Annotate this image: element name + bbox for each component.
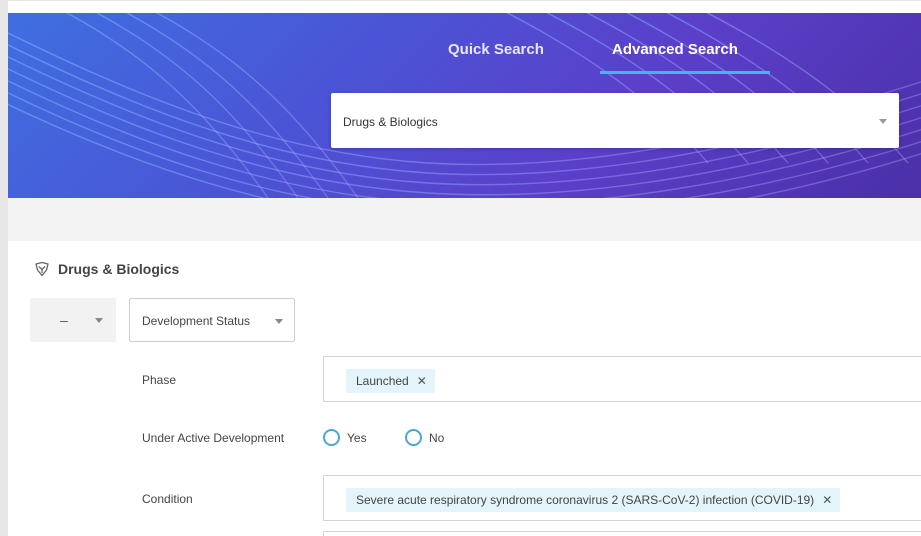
radio-no[interactable]: No [405,429,444,446]
development-status-label: Development Status [142,314,251,328]
search-hero-banner: Quick Search Advanced Search Drugs & Bio… [8,13,921,198]
next-field-partial[interactable] [323,531,921,536]
logic-operator-select[interactable]: – [30,298,116,342]
chevron-down-icon [95,318,103,323]
condition-chip: Severe acute respiratory syndrome corona… [346,488,841,512]
chevron-down-icon [879,119,887,124]
phase-input[interactable]: Launched ✕ [323,356,921,402]
category-select-value: Drugs & Biologics [343,115,438,129]
close-icon[interactable]: ✕ [822,493,832,507]
phase-chip: Launched ✕ [346,369,435,393]
pill-capsule-icon [35,261,49,277]
condition-label: Condition [142,492,193,506]
phase-label: Phase [142,373,177,387]
radio-yes-label: Yes [347,430,367,445]
section-header: Drugs & Biologics [34,259,179,279]
phase-chip-label: Launched [356,374,409,388]
search-mode-tabs: Quick Search Advanced Search [8,41,921,81]
active-development-label: Under Active Development [142,431,285,445]
tab-quick-search[interactable]: Quick Search [448,41,544,77]
radio-yes[interactable]: Yes [323,429,367,446]
radio-no-label: No [429,430,445,445]
radio-circle[interactable] [405,429,422,446]
condition-input[interactable]: Severe acute respiratory syndrome corona… [323,475,921,521]
operator-value: – [60,312,68,328]
chevron-down-icon [275,319,283,324]
radio-circle[interactable] [323,429,340,446]
close-icon[interactable]: ✕ [417,374,427,388]
development-status-dropdown[interactable]: Development Status [129,298,295,342]
active-tab-indicator [600,71,770,74]
category-select[interactable]: Drugs & Biologics [331,93,899,148]
section-title: Drugs & Biologics [58,261,180,277]
toolbar-band [8,198,921,241]
condition-chip-label: Severe acute respiratory syndrome corona… [356,493,815,507]
